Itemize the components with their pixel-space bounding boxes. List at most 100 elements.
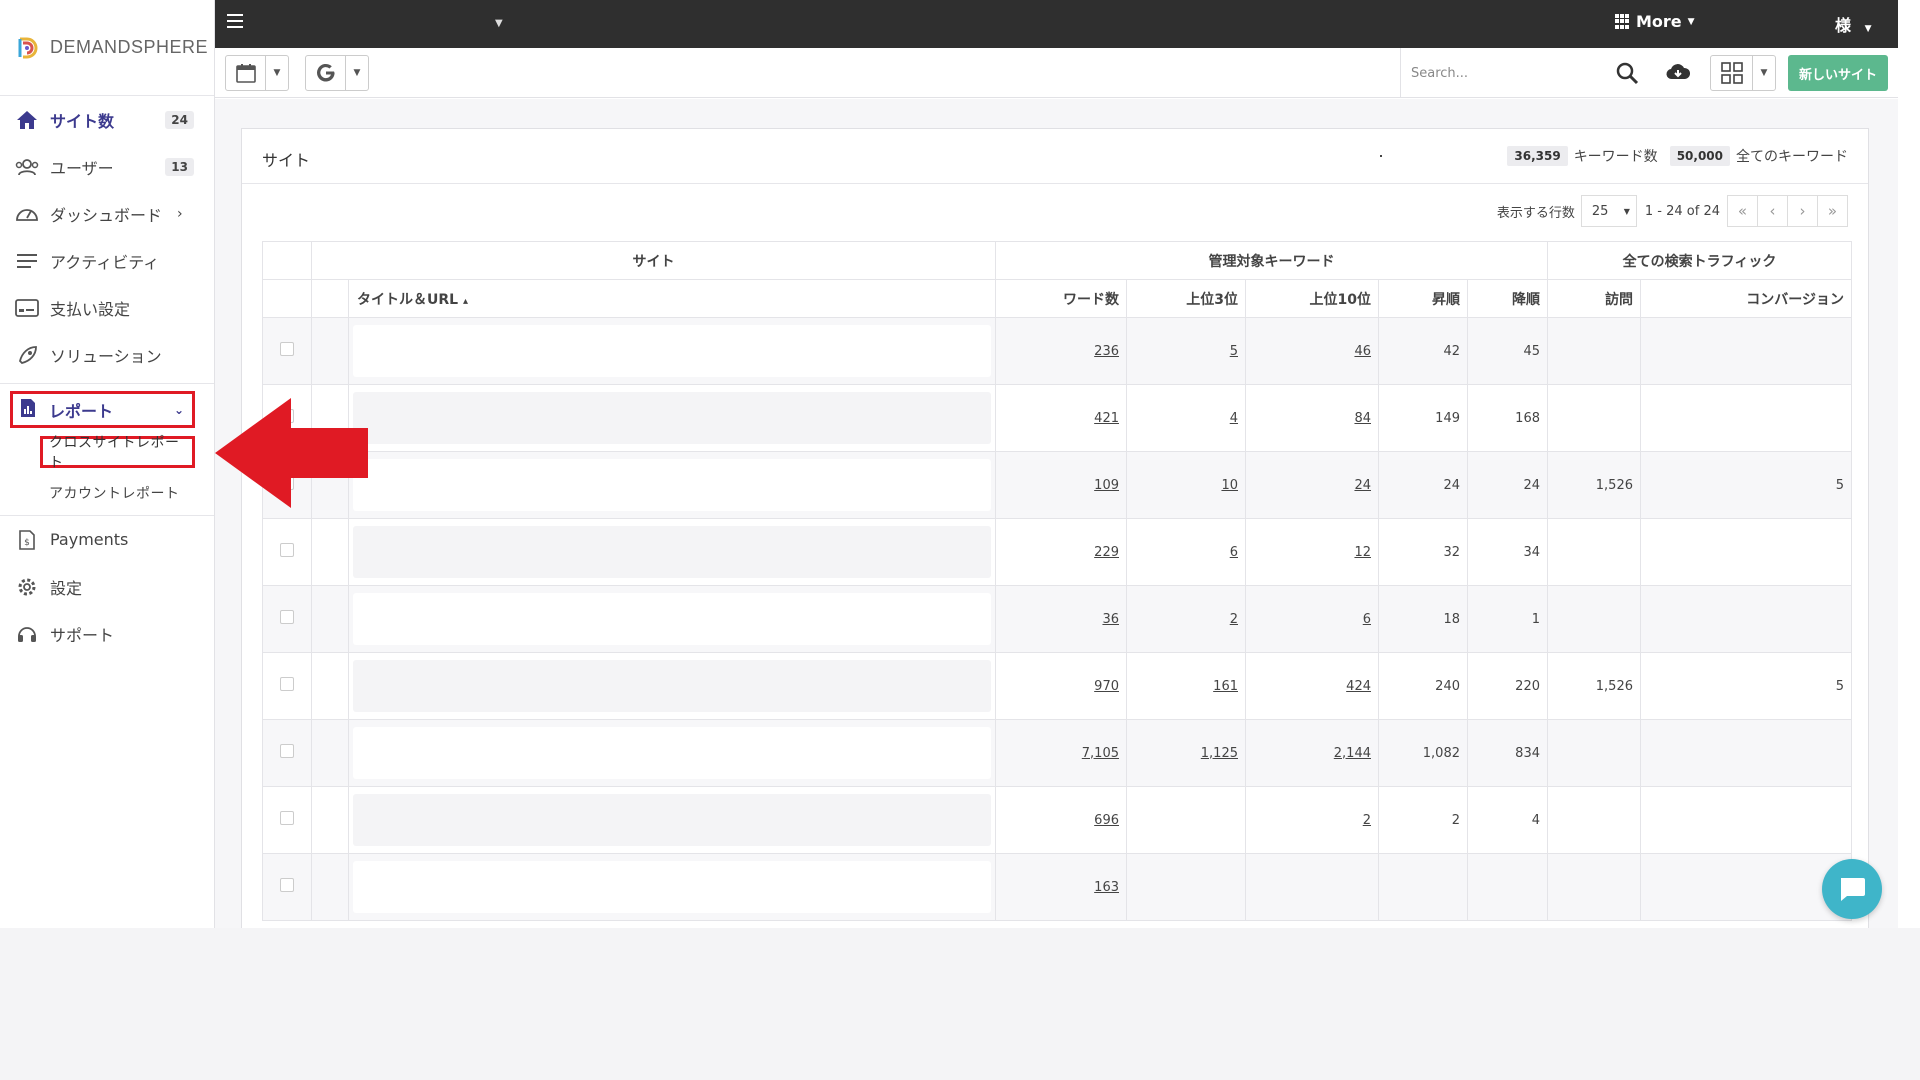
menu-icon[interactable] [227,14,243,28]
cell-up [1378,853,1468,921]
layout-toggle-button[interactable]: ▼ [1710,55,1776,91]
cell-link-words[interactable]: 229 [1094,545,1119,560]
row-checkbox[interactable] [280,811,294,825]
site-title-placeholder[interactable] [353,392,991,444]
cell-top10: 46 [1245,317,1379,385]
cell-link-top10[interactable]: 84 [1354,411,1371,426]
brand-logo[interactable]: DEMANDSPHERE [0,0,214,96]
cell-link-top10[interactable]: 46 [1354,344,1371,359]
cell-conv [1640,585,1852,653]
row-blank-cell [311,518,349,586]
caret-down-icon: ▼ [1687,16,1695,27]
sidebar-item-settings[interactable]: 設定 [0,563,214,610]
sidebar-item-activity[interactable]: アクティビティ [0,237,214,284]
chat-widget-button[interactable] [1822,859,1882,919]
sidebar: DEMANDSPHERE サイト数 24 ユーザー 13 ダッシュボード › ア… [0,0,215,928]
sidebar-item-sites[interactable]: サイト数 24 [0,96,214,143]
last-page-icon[interactable]: » [1817,195,1848,227]
row-checkbox[interactable] [280,677,294,691]
sidebar-item-billing[interactable]: 支払い設定 [0,284,214,331]
pagination: 表示する行数 25 ▼ 1 - 24 of 24 « ‹ › » [1497,195,1848,227]
cell-link-top10[interactable]: 424 [1346,679,1371,694]
sidebar-item-dashboard[interactable]: ダッシュボード › [0,190,214,237]
cell-link-words[interactable]: 236 [1094,344,1119,359]
row-checkbox[interactable] [280,342,294,356]
site-title-placeholder[interactable] [353,727,991,779]
site-title-placeholder[interactable] [353,593,991,645]
column-header-top3[interactable]: 上位3位 [1126,279,1246,318]
sidebar-subitem-account-report[interactable]: アカウントレポート [49,483,180,503]
cell-link-words[interactable]: 36 [1102,612,1119,627]
site-title-placeholder[interactable] [353,660,991,712]
cell-link-top3[interactable]: 2 [1230,612,1238,627]
cell-link-words[interactable]: 7,105 [1082,746,1119,761]
row-checkbox-cell [262,652,312,720]
cell-link-words[interactable]: 421 [1094,411,1119,426]
table-row: 229 6 12 32 34 [262,518,1852,586]
column-header-conversions[interactable]: コンバージョン [1640,279,1852,318]
search-icon[interactable] [1615,61,1639,85]
search-engine-button[interactable]: ▼ [305,55,369,91]
prev-page-icon[interactable]: ‹ [1757,195,1788,227]
cell-link-top3[interactable]: 1,125 [1201,746,1238,761]
site-title-placeholder[interactable] [353,861,991,913]
sidebar-item-solutions[interactable]: ソリューション [0,331,214,378]
cell-words: 163 [995,853,1127,921]
sidebar-item-users[interactable]: ユーザー 13 [0,143,214,190]
cell-link-top10[interactable]: 2,144 [1334,746,1371,761]
search-input[interactable] [1411,65,1591,81]
next-page-icon[interactable]: › [1787,195,1818,227]
dollar-doc-icon: $ [14,529,40,551]
row-checkbox[interactable] [280,878,294,892]
cell-link-top3[interactable]: 161 [1213,679,1238,694]
site-title-placeholder[interactable] [353,794,991,846]
column-header-visits[interactable]: 訪問 [1547,279,1641,318]
cell-link-words[interactable]: 696 [1094,813,1119,828]
cell-link-top10[interactable]: 6 [1363,612,1371,627]
table-header-row: タイトル＆URL ▴ ワード数 上位3位 上位10位 昇順 降順 訪問 コンバー… [262,279,1852,318]
more-menu-button[interactable]: More ▼ [1615,12,1695,31]
sidebar-item-support[interactable]: サポート [0,610,214,657]
new-site-button[interactable]: 新しいサイト [1788,55,1888,91]
row-checkbox[interactable] [280,543,294,557]
caret-down-icon[interactable]: ▼ [495,18,503,29]
sidebar-item-reports[interactable]: レポート ⌄ [10,391,195,428]
cell-top10: 424 [1245,652,1379,720]
column-header-words[interactable]: ワード数 [995,279,1127,318]
sidebar-item-payments[interactable]: $ Payments [0,516,214,563]
cell-link-top3[interactable]: 5 [1230,344,1238,359]
user-menu-button[interactable]: 様 ▼ [1835,12,1872,36]
date-picker-button[interactable]: ▼ [225,55,289,91]
cell-link-top3[interactable]: 10 [1221,478,1238,493]
users-icon [14,156,40,178]
report-icon [19,398,37,422]
cell-link-top3[interactable]: 6 [1230,545,1238,560]
cell-link-words[interactable]: 163 [1094,880,1119,895]
cell-link-top3[interactable]: 4 [1230,411,1238,426]
cell-link-top10[interactable]: 2 [1363,813,1371,828]
top-bar: ▼ More ▼ 様 ▼ [215,0,1898,48]
cell-words: 421 [995,384,1127,452]
cell-top3 [1126,853,1246,921]
rows-per-page-select[interactable]: 25 ▼ [1580,195,1637,227]
cell-link-top10[interactable]: 24 [1354,478,1371,493]
row-checkbox[interactable] [280,610,294,624]
column-header-up[interactable]: 昇順 [1378,279,1468,318]
row-checkbox[interactable] [280,744,294,758]
cell-words: 970 [995,652,1127,720]
search-box [1400,48,1620,98]
cell-link-words[interactable]: 109 [1094,478,1119,493]
site-title-placeholder[interactable] [353,459,991,511]
first-page-icon[interactable]: « [1727,195,1758,227]
site-title-placeholder[interactable] [353,526,991,578]
column-header-down[interactable]: 降順 [1467,279,1548,318]
column-header-title-url[interactable]: タイトル＆URL ▴ [348,279,996,318]
column-header-top10[interactable]: 上位10位 [1245,279,1379,318]
site-title-placeholder[interactable] [353,325,991,377]
cell-link-top10[interactable]: 12 [1354,545,1371,560]
cell-conv [1640,853,1852,921]
table-header-checkbox[interactable] [262,279,312,318]
sidebar-subitem-cross-site-report[interactable]: クロスサイトレポート [40,435,195,471]
cell-link-words[interactable]: 970 [1094,679,1119,694]
cloud-download-icon[interactable] [1665,61,1691,85]
